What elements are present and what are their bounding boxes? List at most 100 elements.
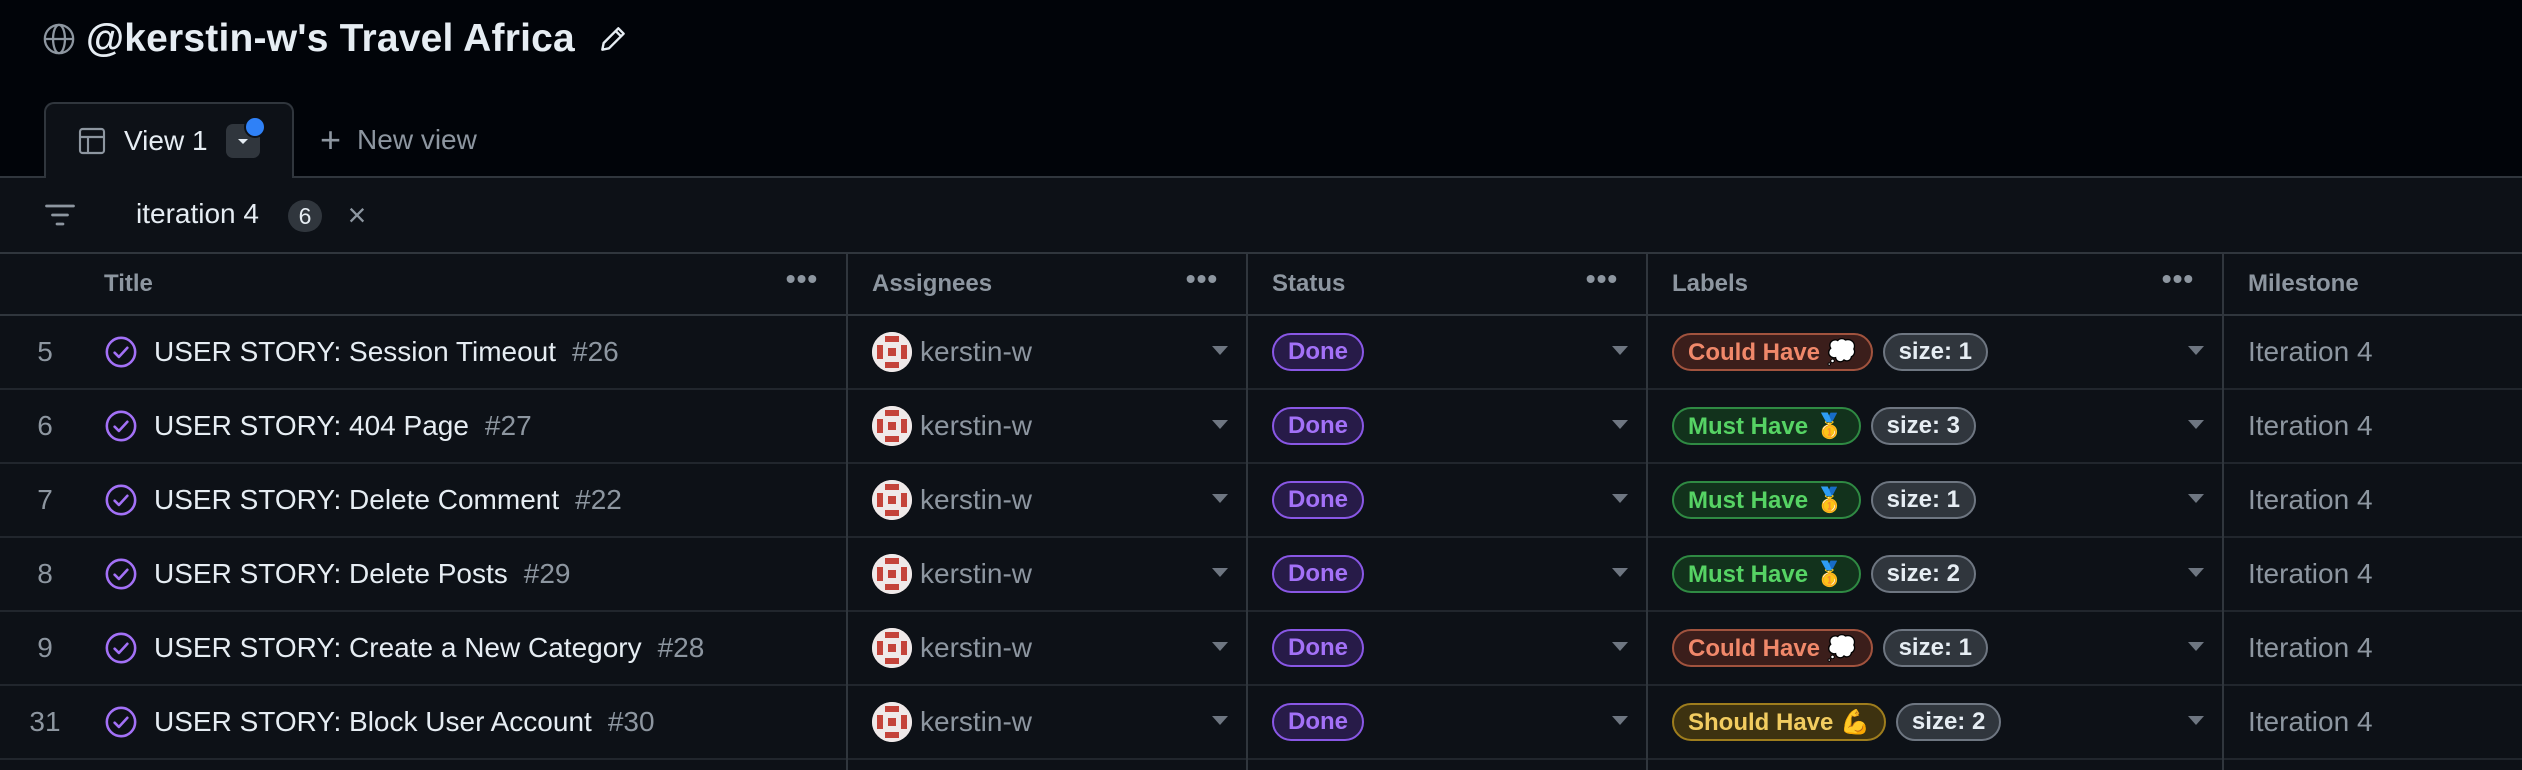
size-label: size: 2 — [1895, 703, 2002, 741]
issue-title-link[interactable]: USER STORY: Session Timeout — [154, 336, 556, 368]
edit-pencil-icon[interactable] — [597, 23, 629, 55]
status-cell[interactable]: Done — [1272, 538, 1364, 610]
assignee-name: kerstin-w — [920, 484, 1033, 515]
column-header-labels[interactable]: Labels — [1672, 254, 1748, 314]
labels-dropdown-icon[interactable] — [2188, 494, 2204, 503]
labels-cell[interactable]: Must Have 🥇 size: 2 — [1672, 538, 1976, 610]
assignees-dropdown-icon[interactable] — [1212, 716, 1228, 725]
labels-cell[interactable]: Could Have 💭 size: 1 — [1672, 612, 1988, 684]
unsaved-changes-dot — [243, 116, 266, 138]
view-options-button[interactable] — [225, 116, 266, 158]
row-number: 7 — [37, 484, 53, 515]
status-dropdown-icon[interactable] — [1612, 568, 1628, 577]
issue-title-link[interactable]: USER STORY: Block User Account — [154, 706, 592, 738]
table-row[interactable]: 7 USER STORY: Delete Comment #22 kerstin… — [0, 464, 2522, 538]
milestone-cell[interactable]: Iteration 4 — [2248, 390, 2373, 462]
status-column-menu-icon[interactable]: ••• — [1582, 265, 1622, 298]
status-badge: Done — [1272, 555, 1364, 593]
milestone-cell[interactable]: Iteration 4 — [2248, 686, 2373, 758]
column-divider[interactable] — [846, 254, 848, 770]
priority-label: Must Have 🥇 — [1672, 407, 1861, 445]
milestone-value: Iteration 4 — [2248, 558, 2373, 589]
plus-icon: + — [320, 119, 342, 160]
labels-dropdown-icon[interactable] — [2188, 420, 2204, 429]
closed-issue-icon — [105, 632, 137, 664]
table-row[interactable]: 8 USER STORY: Delete Posts #29 kerstin-w — [0, 538, 2522, 612]
column-divider[interactable] — [1646, 254, 1648, 770]
milestone-cell[interactable]: Iteration 4 — [2248, 538, 2373, 610]
assignees-dropdown-icon[interactable] — [1212, 346, 1228, 355]
title-cell[interactable]: USER STORY: Create a New Category #28 — [104, 612, 704, 684]
view-tabs: View 1 + New view — [0, 102, 2522, 178]
issue-title-link[interactable]: USER STORY: Delete Comment — [154, 484, 559, 516]
status-dropdown-icon[interactable] — [1612, 346, 1628, 355]
labels-cell[interactable]: Must Have 🥇 size: 3 — [1672, 390, 1976, 462]
labels-dropdown-icon[interactable] — [2188, 346, 2204, 355]
assignees-dropdown-icon[interactable] — [1212, 494, 1228, 503]
labels-cell[interactable]: Must Have 🥇 size: 1 — [1672, 464, 1976, 536]
status-cell[interactable]: Done — [1272, 686, 1364, 758]
labels-cell[interactable]: Should Have 💪 size: 2 — [1672, 686, 2002, 758]
status-cell[interactable]: Done — [1272, 316, 1364, 388]
status-dropdown-icon[interactable] — [1612, 494, 1628, 503]
status-dropdown-icon[interactable] — [1612, 420, 1628, 429]
status-cell[interactable]: Done — [1272, 390, 1364, 462]
column-header-title[interactable]: Title — [104, 254, 153, 314]
status-dropdown-icon[interactable] — [1612, 642, 1628, 651]
status-cell[interactable]: Done — [1272, 612, 1364, 684]
assignees-cell[interactable]: kerstin-w — [872, 464, 1032, 536]
assignees-cell[interactable]: kerstin-w — [872, 612, 1032, 684]
milestone-cell[interactable]: Iteration 4 — [2248, 464, 2373, 536]
closed-issue-icon — [105, 336, 137, 368]
labels-dropdown-icon[interactable] — [2188, 716, 2204, 725]
milestone-cell[interactable]: Iteration 4 — [2248, 316, 2373, 388]
column-header-milestone[interactable]: Milestone — [2248, 254, 2359, 314]
issue-number: #30 — [607, 706, 655, 737]
table-body: 5 USER STORY: Session Timeout #26 kersti… — [0, 316, 2522, 760]
column-divider[interactable] — [1246, 254, 1248, 770]
milestone-value: Iteration 4 — [2248, 484, 2373, 515]
status-dropdown-icon[interactable] — [1612, 716, 1628, 725]
title-cell[interactable]: USER STORY: 404 Page #27 — [104, 390, 532, 462]
milestone-cell[interactable]: Iteration 4 — [2248, 612, 2373, 684]
table-row[interactable]: 6 USER STORY: 404 Page #27 kerstin-w Don… — [0, 390, 2522, 464]
assignees-dropdown-icon[interactable] — [1212, 420, 1228, 429]
assignees-dropdown-icon[interactable] — [1212, 642, 1228, 651]
milestone-value: Iteration 4 — [2248, 336, 2373, 367]
table-row[interactable]: 9 USER STORY: Create a New Category #28 … — [0, 612, 2522, 686]
title-cell[interactable]: USER STORY: Session Timeout #26 — [104, 316, 619, 388]
tab-view-1[interactable]: View 1 — [44, 102, 294, 178]
title-cell[interactable]: USER STORY: Delete Posts #29 — [104, 538, 571, 610]
table-row[interactable]: 31 USER STORY: Block User Account #30 ke… — [0, 686, 2522, 760]
clear-filter-icon[interactable]: × — [342, 198, 372, 232]
title-cell[interactable]: USER STORY: Block User Account #30 — [104, 686, 655, 758]
filter-query-input[interactable]: iteration 4 — [136, 198, 259, 230]
issue-title-link[interactable]: USER STORY: 404 Page — [154, 410, 469, 442]
labels-column-menu-icon[interactable]: ••• — [2158, 265, 2198, 298]
labels-dropdown-icon[interactable] — [2188, 642, 2204, 651]
assignees-cell[interactable]: kerstin-w — [872, 686, 1032, 758]
issue-title-link[interactable]: USER STORY: Create a New Category — [154, 632, 642, 664]
priority-label: Could Have 💭 — [1672, 629, 1873, 667]
table-icon — [78, 127, 106, 155]
filter-icon[interactable] — [42, 200, 78, 230]
table-row[interactable]: 5 USER STORY: Session Timeout #26 kersti… — [0, 316, 2522, 390]
assignees-dropdown-icon[interactable] — [1212, 568, 1228, 577]
milestone-value: Iteration 4 — [2248, 410, 2373, 441]
column-header-assignees[interactable]: Assignees — [872, 254, 992, 314]
size-label: size: 1 — [1882, 629, 1988, 667]
assignees-cell[interactable]: kerstin-w — [872, 390, 1032, 462]
column-header-status[interactable]: Status — [1272, 254, 1345, 314]
assignees-cell[interactable]: kerstin-w — [872, 538, 1032, 610]
assignees-column-menu-icon[interactable]: ••• — [1182, 265, 1222, 298]
title-column-menu-icon[interactable]: ••• — [782, 265, 822, 298]
status-cell[interactable]: Done — [1272, 464, 1364, 536]
assignees-cell[interactable]: kerstin-w — [872, 316, 1032, 388]
title-cell[interactable]: USER STORY: Delete Comment #22 — [104, 464, 622, 536]
new-view-button[interactable]: + New view — [320, 102, 477, 178]
issue-title-link[interactable]: USER STORY: Delete Posts — [154, 558, 508, 590]
labels-cell[interactable]: Could Have 💭 size: 1 — [1672, 316, 1988, 388]
priority-label: Must Have 🥇 — [1672, 481, 1861, 519]
labels-dropdown-icon[interactable] — [2188, 568, 2204, 577]
column-divider[interactable] — [2222, 254, 2224, 770]
